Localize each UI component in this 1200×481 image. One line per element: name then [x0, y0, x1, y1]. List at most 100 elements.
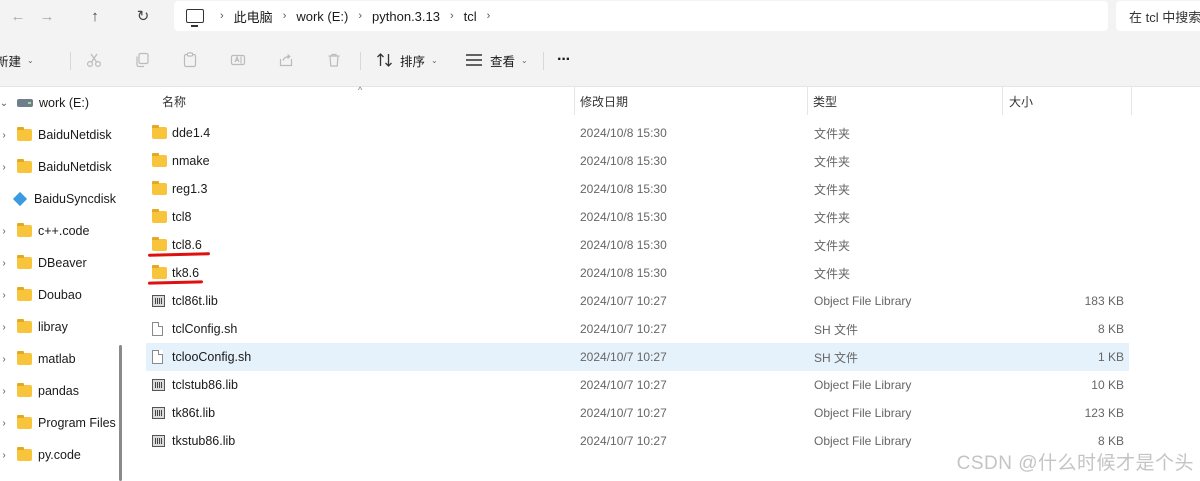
sidebar-item[interactable]: › c++.code — [0, 219, 116, 243]
folder-icon — [17, 255, 32, 269]
sidebar-item-label: work (E:) — [39, 96, 89, 110]
chevron-right-icon[interactable]: › — [0, 290, 11, 301]
file-type: 文件夹 — [814, 126, 851, 141]
chevron-down-icon[interactable]: ⌄ — [0, 98, 11, 109]
file-name-cell: nmake — [152, 147, 210, 175]
chevron-right-icon[interactable]: › — [0, 130, 11, 141]
breadcrumb-item-tcl[interactable]: tcl › — [464, 9, 501, 24]
paste-button[interactable] — [181, 51, 199, 69]
library-file-icon — [152, 407, 165, 419]
column-header-type[interactable]: 类型 — [813, 87, 837, 115]
breadcrumb-item-this-pc[interactable]: 此电脑 › — [234, 7, 297, 26]
file-name: tk8.6 — [172, 266, 200, 280]
sidebar-item[interactable]: › py.code — [0, 443, 116, 467]
sidebar-item-label: DBeaver — [38, 256, 87, 270]
new-button[interactable]: 新建 ⌄ — [0, 47, 34, 73]
file-date: 2024/10/7 10:27 — [580, 378, 667, 392]
breadcrumb-item-work-drive[interactable]: work (E:) › — [296, 9, 372, 24]
file-row[interactable]: tk8.6 2024/10/8 15:30 文件夹 — [146, 259, 1129, 287]
file-row[interactable]: tcl86t.lib 2024/10/7 10:27 Object File Lib… — [146, 287, 1129, 315]
sidebar-item[interactable]: › pandas — [0, 379, 116, 403]
address-bar[interactable]: › 此电脑 › work (E:) › python.3.13 › tcl › — [174, 1, 1108, 31]
sidebar-item[interactable]: › matlab — [0, 347, 116, 371]
back-button[interactable]: ← — [4, 4, 32, 28]
share-button[interactable] — [277, 51, 295, 69]
file-row[interactable]: dde1.4 2024/10/8 15:30 文件夹 — [146, 119, 1129, 147]
chevron-right-icon[interactable]: › — [0, 258, 11, 269]
sort-button[interactable]: 排序 ⌄ — [376, 47, 438, 73]
cut-button[interactable] — [85, 51, 103, 69]
baidu-sync-icon — [12, 191, 28, 207]
file-name-cell: tclstub86.lib — [152, 371, 238, 399]
column-header-date[interactable]: 修改日期 — [580, 87, 628, 115]
file-type: Object File Library — [814, 294, 912, 308]
sidebar-item[interactable]: › Doubao — [0, 283, 116, 307]
file-row[interactable]: tk86t.lib 2024/10/7 10:27 Object File Libr… — [146, 399, 1129, 427]
file-row[interactable]: tcl8 2024/10/8 15:30 文件夹 — [146, 203, 1129, 231]
column-divider[interactable] — [807, 87, 808, 115]
file-row[interactable]: tclooConfig.sh 2024/10/7 10:27 SH 文件 1 KB — [146, 343, 1129, 371]
folder-icon — [152, 209, 167, 223]
file-type: Object File Library — [814, 406, 912, 420]
chevron-right-icon[interactable]: › — [0, 322, 11, 333]
new-label: 新建 — [0, 54, 22, 69]
file-date: 2024/10/8 15:30 — [580, 126, 667, 140]
copy-button[interactable] — [133, 51, 151, 69]
library-file-icon — [152, 295, 165, 307]
sidebar-item[interactable]: › Program Files — [0, 411, 116, 435]
navigation-pane: ⌄ work (E:) › BaiduNetdisk › BaiduNetdisk Baid… — [0, 87, 128, 481]
sort-ascending-icon: ^ — [358, 85, 363, 95]
rename-button[interactable] — [229, 51, 247, 69]
file-type: 文件夹 — [814, 210, 851, 225]
scissors-icon — [86, 53, 102, 68]
column-header-size[interactable]: 大小 — [1009, 87, 1033, 115]
file-name-cell: tcl8 — [152, 203, 191, 231]
file-row[interactable]: reg1.3 2024/10/8 15:30 文件夹 — [146, 175, 1129, 203]
chevron-right-icon[interactable]: › — [0, 226, 11, 237]
file-row[interactable]: tclConfig.sh 2024/10/7 10:27 SH 文件 8 KB — [146, 315, 1129, 343]
back-arrow-icon: ← — [10, 7, 26, 25]
file-row[interactable]: nmake 2024/10/8 15:30 文件夹 — [146, 147, 1129, 175]
toolbar-divider — [360, 52, 361, 70]
file-row[interactable]: tcl8.6 2024/10/8 15:30 文件夹 — [146, 231, 1129, 259]
chevron-right-icon[interactable]: › — [0, 386, 11, 397]
sidebar-item[interactable]: › BaiduNetdisk — [0, 155, 116, 179]
breadcrumb-separator-icon: › — [449, 10, 454, 22]
column-divider[interactable] — [574, 87, 575, 115]
search-input[interactable]: 在 tcl 中搜索 — [1116, 1, 1200, 31]
file-icon — [152, 322, 163, 336]
file-type: 文件夹 — [814, 266, 851, 281]
file-date: 2024/10/8 15:30 — [580, 182, 667, 196]
view-button[interactable]: 查看 ⌄ — [465, 47, 528, 73]
forward-button[interactable]: → — [33, 4, 61, 28]
chevron-right-icon[interactable]: › — [0, 354, 11, 365]
file-name-cell: tkstub86.lib — [152, 427, 235, 455]
sidebar-item[interactable]: › BaiduNetdisk — [0, 123, 116, 147]
sidebar-scrollbar[interactable] — [119, 345, 122, 481]
sidebar-item[interactable]: ⌄ work (E:) — [0, 91, 116, 115]
column-header-name[interactable]: 名称 — [162, 87, 186, 115]
column-divider[interactable] — [1002, 87, 1003, 115]
file-size: 1 KB — [1097, 350, 1124, 364]
sidebar-item[interactable]: › DBeaver — [0, 251, 116, 275]
breadcrumb-item-python[interactable]: python.3.13 › — [372, 9, 464, 24]
rename-icon — [230, 54, 246, 66]
delete-button[interactable] — [325, 51, 343, 69]
sidebar-item[interactable]: › libray — [0, 315, 116, 339]
chevron-right-icon[interactable]: › — [0, 162, 11, 173]
more-options-button[interactable]: ··· — [557, 47, 571, 73]
chevron-right-icon[interactable]: › — [0, 418, 11, 429]
refresh-button[interactable]: ↻ — [129, 4, 157, 28]
file-date: 2024/10/8 15:30 — [580, 266, 667, 280]
folder-icon — [152, 181, 167, 195]
up-button[interactable]: ↑ — [81, 4, 109, 28]
file-name-cell: reg1.3 — [152, 175, 207, 203]
chevron-right-icon[interactable]: › — [0, 450, 11, 461]
column-divider[interactable] — [1131, 87, 1132, 115]
file-name: nmake — [172, 154, 210, 168]
file-row[interactable]: tclstub86.lib 2024/10/7 10:27 Object File … — [146, 371, 1129, 399]
library-file-icon — [152, 379, 165, 391]
folder-icon — [17, 351, 32, 365]
sidebar-item[interactable]: BaiduSyncdisk — [0, 187, 116, 211]
sidebar-item-label: BaiduNetdisk — [38, 128, 112, 142]
